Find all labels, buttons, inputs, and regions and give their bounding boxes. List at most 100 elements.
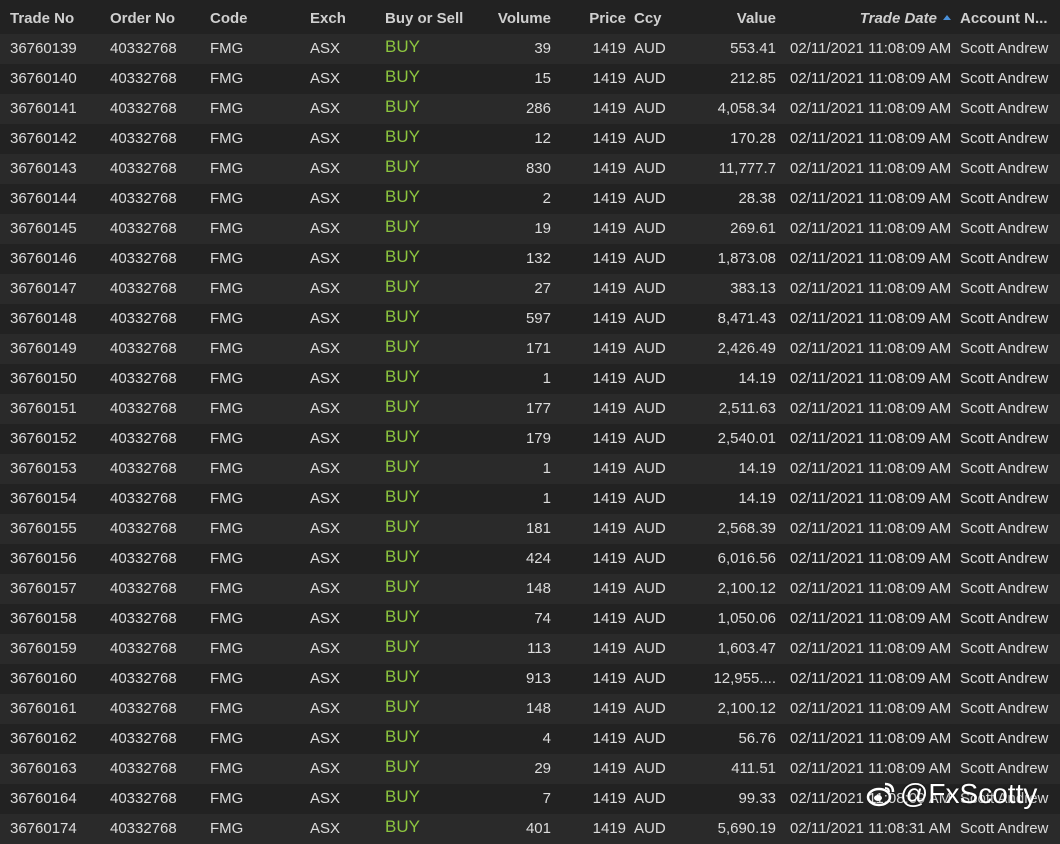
trades-grid: Trade No Order No Code Exch Buy or Sell … — [0, 0, 1060, 844]
column-header-code[interactable]: Code — [210, 10, 300, 28]
table-row[interactable]: 36760160 40332768 FMG ASX BUY 913 1419 AUD 12,95… — [0, 664, 1060, 694]
table-row[interactable]: 36760154 40332768 FMG ASX BUY 1 1419 AUD 14.19 02… — [0, 484, 1060, 514]
cell-volume: 148 — [525, 700, 551, 717]
watermark: @FxScotty — [866, 776, 1037, 812]
table-row[interactable]: 36760156 40332768 FMG ASX BUY 424 1419 AUD 6,016… — [0, 544, 1060, 574]
table-row[interactable]: 36760152 40332768 FMG ASX BUY 179 1419 AUD 2,540… — [0, 424, 1060, 454]
table-row[interactable]: 36760149 40332768 FMG ASX BUY 171 1419 AUD 2,426… — [0, 334, 1060, 364]
table-row[interactable]: 36760161 40332768 FMG ASX BUY 148 1419 AUD 2,100… — [0, 694, 1060, 724]
cell-trade-date: 02/11/2021 11:08:09 AM — [790, 610, 952, 627]
column-header-trade-date[interactable]: Trade Date — [790, 10, 937, 28]
cell-trade-date: 02/11/2021 11:08:09 AM — [790, 130, 952, 147]
column-header-volume[interactable]: Volume — [490, 10, 551, 28]
cell-price: 1419 — [592, 370, 626, 387]
cell-trade-date: 02/11/2021 11:08:09 AM — [790, 370, 952, 387]
cell-trade-date: 02/11/2021 11:08:09 AM — [790, 220, 952, 237]
cell-volume: 39 — [534, 40, 551, 57]
cell-order-no: 40332768 — [110, 640, 177, 657]
cell-order-no: 40332768 — [110, 430, 177, 447]
table-row[interactable]: 36760140 40332768 FMG ASX BUY 15 1419 AUD 212.85… — [0, 64, 1060, 94]
cell-volume: 27 — [534, 280, 551, 297]
cell-exch: ASX — [310, 520, 341, 537]
table-row[interactable]: 36760158 40332768 FMG ASX BUY 74 1419 AUD 1,050.… — [0, 604, 1060, 634]
cell-trade-date: 02/11/2021 11:08:09 AM — [790, 280, 952, 297]
column-header-trade-no[interactable]: Trade No — [10, 10, 100, 28]
cell-order-no: 40332768 — [110, 100, 177, 117]
cell-volume: 4 — [542, 730, 551, 747]
cell-account-name: Scott Andrew — [960, 430, 1049, 447]
table-row[interactable]: 36760159 40332768 FMG ASX BUY 113 1419 AUD 1,603… — [0, 634, 1060, 664]
cell-price: 1419 — [592, 310, 626, 327]
cell-account-name: Scott Andrew — [960, 400, 1049, 417]
cell-order-no: 40332768 — [110, 250, 177, 267]
table-row[interactable]: 36760145 40332768 FMG ASX BUY 19 1419 AUD 269.61… — [0, 214, 1060, 244]
table-row[interactable]: 36760153 40332768 FMG ASX BUY 1 1419 AUD 14.19 02… — [0, 454, 1060, 484]
column-header-order-no[interactable]: Order No — [110, 10, 200, 28]
column-header-ccy[interactable]: Ccy — [634, 10, 684, 28]
cell-order-no: 40332768 — [110, 190, 177, 207]
cell-value: 14.19 — [738, 490, 776, 507]
table-row[interactable]: 36760151 40332768 FMG ASX BUY 177 1419 AUD 2,511… — [0, 394, 1060, 424]
cell-account-name: Scott Andrew — [960, 640, 1049, 657]
column-header-exch[interactable]: Exch — [310, 10, 380, 28]
cell-ccy: AUD — [634, 310, 666, 327]
column-header-account-name[interactable]: Account N... — [960, 10, 1056, 28]
column-header-value[interactable]: Value — [690, 10, 776, 28]
table-row[interactable]: 36760139 40332768 FMG ASX BUY 39 1419 AUD 553.41… — [0, 34, 1060, 64]
cell-trade-date: 02/11/2021 11:08:09 AM — [790, 160, 952, 177]
column-header-price[interactable]: Price — [580, 10, 626, 28]
cell-buy-or-sell: BUY — [385, 578, 420, 596]
cell-code: FMG — [210, 220, 244, 237]
cell-volume: 2 — [542, 190, 551, 207]
cell-account-name: Scott Andrew — [960, 730, 1049, 747]
cell-value: 5,690.19 — [717, 820, 776, 837]
cell-trade-date: 02/11/2021 11:08:09 AM — [790, 100, 952, 117]
cell-buy-or-sell: BUY — [385, 488, 420, 506]
cell-ccy: AUD — [634, 820, 666, 837]
cell-buy-or-sell: BUY — [385, 638, 420, 656]
table-row[interactable]: 36760141 40332768 FMG ASX BUY 286 1419 AUD 4,058… — [0, 94, 1060, 124]
cell-value: 2,511.63 — [718, 400, 776, 417]
cell-code: FMG — [210, 520, 244, 537]
cell-value: 2,100.12 — [717, 700, 776, 717]
cell-order-no: 40332768 — [110, 520, 177, 537]
cell-volume: 132 — [525, 250, 551, 267]
table-row[interactable]: 36760147 40332768 FMG ASX BUY 27 1419 AUD 383.13… — [0, 274, 1060, 304]
cell-trade-no: 36760143 — [10, 160, 77, 177]
table-row[interactable]: 36760144 40332768 FMG ASX BUY 2 1419 AUD 28.38 02… — [0, 184, 1060, 214]
cell-trade-no: 36760144 — [10, 190, 77, 207]
table-row[interactable]: 36760143 40332768 FMG ASX BUY 830 1419 AUD 11,77… — [0, 154, 1060, 184]
cell-account-name: Scott Andrew — [960, 70, 1049, 87]
cell-ccy: AUD — [634, 790, 666, 807]
cell-account-name: Scott Andrew — [960, 610, 1049, 627]
cell-ccy: AUD — [634, 400, 666, 417]
cell-order-no: 40332768 — [110, 820, 177, 837]
cell-volume: 29 — [534, 760, 551, 777]
cell-exch: ASX — [310, 310, 341, 327]
cell-volume: 830 — [525, 160, 551, 177]
table-row[interactable]: 36760157 40332768 FMG ASX BUY 148 1419 AUD 2,100… — [0, 574, 1060, 604]
cell-ccy: AUD — [634, 70, 666, 87]
cell-trade-date: 02/11/2021 11:08:09 AM — [790, 490, 952, 507]
cell-buy-or-sell: BUY — [385, 278, 420, 296]
cell-buy-or-sell: BUY — [385, 758, 420, 776]
column-header-buy-or-sell[interactable]: Buy or Sell — [385, 10, 485, 28]
table-row[interactable]: 36760150 40332768 FMG ASX BUY 1 1419 AUD 14.19 02… — [0, 364, 1060, 394]
table-row[interactable]: 36760142 40332768 FMG ASX BUY 12 1419 AUD 170.28… — [0, 124, 1060, 154]
table-row[interactable]: 36760162 40332768 FMG ASX BUY 4 1419 AUD 56.76 02… — [0, 724, 1060, 754]
cell-trade-date: 02/11/2021 11:08:09 AM — [790, 730, 952, 747]
cell-price: 1419 — [592, 100, 626, 117]
cell-code: FMG — [210, 610, 244, 627]
cell-account-name: Scott Andrew — [960, 160, 1049, 177]
table-row[interactable]: 36760146 40332768 FMG ASX BUY 132 1419 AUD 1,873… — [0, 244, 1060, 274]
cell-ccy: AUD — [634, 760, 666, 777]
cell-price: 1419 — [592, 220, 626, 237]
cell-ccy: AUD — [634, 280, 666, 297]
table-row[interactable]: 36760174 40332768 FMG ASX BUY 401 1419 AUD 5,690… — [0, 814, 1060, 844]
cell-value: 1,050.06 — [717, 610, 776, 627]
sort-ascending-icon[interactable] — [943, 15, 951, 20]
table-row[interactable]: 36760148 40332768 FMG ASX BUY 597 1419 AUD 8,471… — [0, 304, 1060, 334]
cell-order-no: 40332768 — [110, 460, 177, 477]
cell-buy-or-sell: BUY — [385, 668, 420, 686]
table-row[interactable]: 36760155 40332768 FMG ASX BUY 181 1419 AUD 2,568… — [0, 514, 1060, 544]
